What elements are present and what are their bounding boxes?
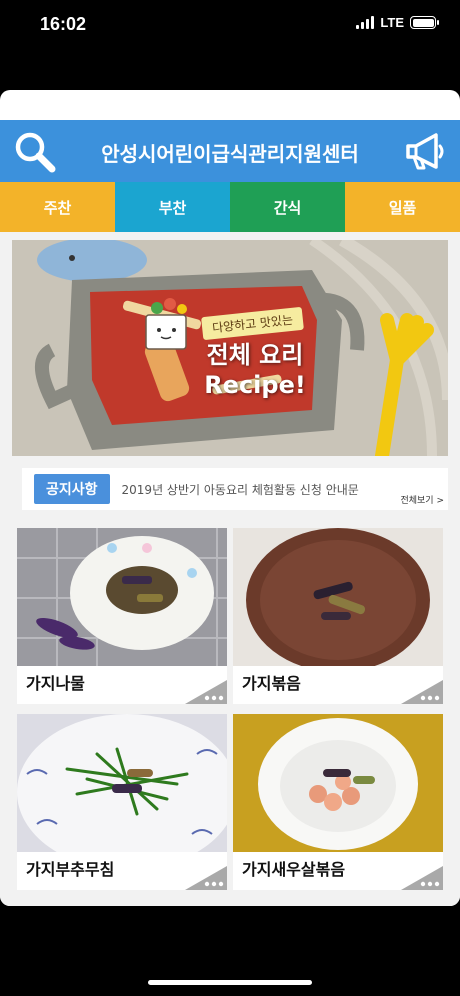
app-window: 안성시어린이급식관리지원센터 주찬 부찬 간식 일품 다양하고 맛있는 전체 요…	[0, 90, 460, 906]
category-tabs: 주찬 부찬 간식 일품	[0, 182, 460, 232]
tab-side-dish[interactable]: 부찬	[115, 182, 230, 232]
tab-main-dish[interactable]: 주찬	[0, 182, 115, 232]
recipe-name: 가지볶음	[242, 674, 301, 693]
more-icon[interactable]	[185, 680, 227, 704]
network-type: LTE	[380, 15, 404, 30]
notice-label: 공지사항	[34, 474, 110, 504]
page-title: 안성시어린이급식관리지원센터	[101, 142, 359, 166]
notice-text[interactable]: 2019년 상반기 아동요리 체험활동 신청 안내문	[122, 481, 359, 498]
recipe-card[interactable]: 가지새우살볶음	[233, 714, 443, 890]
tab-single-dish[interactable]: 일품	[345, 182, 460, 232]
notice-bar[interactable]: 공지사항 2019년 상반기 아동요리 체험활동 신청 안내문 전체보기 >	[22, 468, 448, 510]
more-icon[interactable]	[401, 680, 443, 704]
banner-title: 전체 요리 Recipe!	[190, 340, 320, 400]
recipe-name: 가지새우살볶음	[242, 860, 346, 879]
app-header: 안성시어린이급식관리지원센터	[0, 120, 460, 182]
status-icons: LTE	[356, 15, 439, 30]
recipe-banner[interactable]: 다양하고 맛있는 전체 요리 Recipe!	[12, 240, 448, 456]
banner-title-line1: 전체 요리	[206, 341, 304, 369]
recipe-photo	[17, 528, 227, 666]
battery-icon	[410, 16, 439, 29]
status-bar: 16:02 LTE	[0, 0, 460, 50]
recipe-name: 가지나물	[26, 674, 85, 693]
banner-title-line2: Recipe!	[204, 371, 306, 399]
signal-icon	[356, 16, 375, 29]
recipe-photo	[17, 714, 227, 852]
recipe-card[interactable]: 가지나물	[17, 528, 227, 704]
recipe-photo	[233, 528, 443, 666]
recipe-card[interactable]: 가지부추무침	[17, 714, 227, 890]
more-icon[interactable]	[401, 866, 443, 890]
status-time: 16:02	[40, 14, 87, 34]
notice-button[interactable]	[402, 130, 448, 174]
megaphone-icon	[406, 133, 444, 170]
main-content: 다양하고 맛있는 전체 요리 Recipe! 공지사항 2019년 상반기 아동…	[0, 232, 460, 906]
recipe-photo	[233, 714, 443, 852]
tab-snack[interactable]: 간식	[230, 182, 345, 232]
view-all-link[interactable]: 전체보기 >	[400, 493, 444, 506]
recipe-card[interactable]: 가지볶음	[233, 528, 443, 704]
recipe-name: 가지부추무침	[26, 860, 115, 879]
home-indicator[interactable]	[148, 980, 312, 985]
more-icon[interactable]	[185, 866, 227, 890]
